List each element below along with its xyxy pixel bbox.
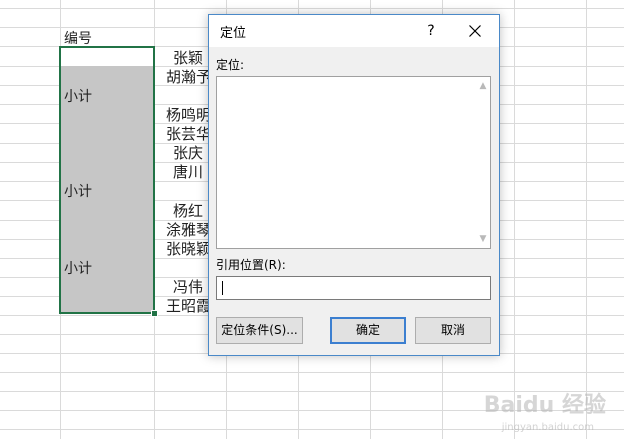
text-caret (222, 281, 223, 295)
grid-line (514, 0, 515, 439)
name-cell[interactable]: 胡瀚予 (166, 68, 211, 87)
name-cell[interactable]: 张晓颖 (166, 240, 211, 259)
watermark-logo: Baidu 经验 (483, 393, 606, 418)
name-cell[interactable]: 杨红 (173, 202, 203, 221)
ok-button[interactable]: 确定 (330, 317, 406, 344)
name-cell[interactable]: 张庆 (173, 144, 203, 163)
header-cell-id[interactable]: 编号 (64, 30, 92, 48)
dialog-title-bar[interactable]: 定位 ? (209, 15, 499, 47)
watermark-url: jingyan.baidu.com (501, 422, 594, 433)
scroll-down-icon[interactable]: ▼ (478, 234, 488, 244)
reference-label: 引用位置(R): (216, 258, 286, 272)
name-cell[interactable]: 唐川 (173, 163, 203, 182)
help-icon: ? (427, 23, 435, 39)
subtotal-cell[interactable]: 小计 (64, 88, 92, 106)
cancel-button[interactable]: 取消 (415, 317, 491, 344)
name-cell[interactable]: 涂雅琴 (166, 221, 211, 240)
close-button[interactable] (457, 17, 493, 45)
name-cell[interactable]: 张芸华 (166, 125, 211, 144)
special-button[interactable]: 定位条件(S)... (216, 317, 303, 344)
grid-line (0, 372, 624, 373)
grid-line (586, 0, 587, 439)
subtotal-cell[interactable]: 小计 (64, 260, 92, 278)
goto-dialog: 定位 ? 定位: ▲ ▼ 引用位置(R): 定位条件(S)... 确定 取消 (208, 14, 500, 356)
reference-input[interactable] (216, 276, 491, 300)
name-cell[interactable]: 王昭霞 (166, 297, 211, 316)
fill-handle[interactable] (151, 310, 158, 317)
scroll-up-icon[interactable]: ▲ (478, 81, 488, 91)
name-cell[interactable]: 张颖 (173, 49, 203, 68)
close-icon (469, 25, 481, 37)
name-cell[interactable]: 冯伟 (173, 278, 203, 297)
help-button[interactable]: ? (413, 17, 449, 45)
goto-label: 定位: (216, 58, 245, 72)
goto-list[interactable]: ▲ ▼ (216, 76, 491, 249)
subtotal-cell[interactable]: 小计 (64, 183, 92, 201)
grid-line (0, 8, 624, 9)
name-cell[interactable]: 杨鸣明 (166, 106, 211, 125)
dialog-title: 定位 (220, 26, 247, 41)
